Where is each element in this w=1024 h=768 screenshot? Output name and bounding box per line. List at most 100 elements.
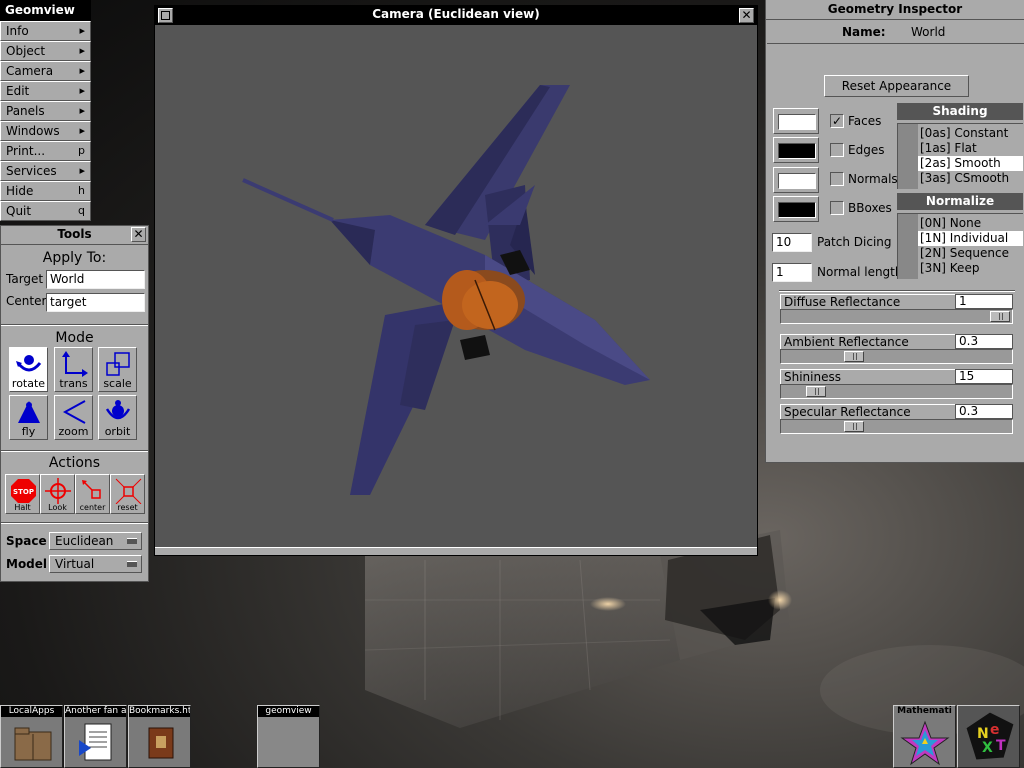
normalize-option-sequence[interactable]: [2N] Sequence [918,246,1023,261]
camera-title: Camera (Euclidean view) [372,7,540,21]
normal-length-field[interactable]: 1 [772,263,812,282]
model-value: Virtual [55,557,95,571]
specular-reflectance-field[interactable]: 0.3 [955,404,1013,419]
slider-knob[interactable] [844,351,864,362]
menu-item-quit[interactable]: Quit q [0,201,91,221]
translate-icon [62,351,88,377]
fly-tool-button[interactable]: fly [9,395,48,440]
target-field[interactable]: World [46,270,145,289]
zoom-tool-button[interactable]: zoom [54,395,93,440]
menu-item-info[interactable]: Info ▸ [0,21,91,41]
scale-icon [106,352,130,376]
list-scroller[interactable] [898,124,918,189]
diffuse-reflectance-field[interactable]: 1 [955,294,1013,309]
bookmarks-tile[interactable]: Bookmarks.ht [128,705,191,768]
tools-titlebar[interactable]: Tools ✕ [1,226,148,245]
reset-appearance-button[interactable]: Reset Appearance [824,75,969,97]
space-value: Euclidean [55,534,114,548]
specular-reflectance-label: Specular Reflectance [780,404,956,419]
close-icon[interactable]: ✕ [131,227,146,242]
submenu-arrow-icon: ▸ [79,24,85,37]
target-label: Target [6,272,44,286]
normal-color-swatch[interactable] [773,167,819,193]
rotate-tool-button[interactable]: rotate [9,347,48,392]
slider-knob[interactable] [844,421,864,432]
tool-label: orbit [104,425,131,438]
patch-dicing-field[interactable]: 10 [772,233,812,252]
menu-item-object[interactable]: Object ▸ [0,41,91,61]
menu-item-edit[interactable]: Edit ▸ [0,81,91,101]
bbox-color-swatch[interactable] [773,196,819,222]
reset-button[interactable]: reset [110,474,145,514]
svg-text:e: e [990,722,1000,738]
submenu-arrow-icon: ▸ [79,64,85,77]
shininess-slider[interactable] [780,384,1013,399]
window-resize-bar[interactable] [155,547,757,555]
inspector-titlebar[interactable]: Geometry Inspector [766,0,1024,20]
mode-heading: Mode [55,330,94,346]
action-label: Halt [14,503,31,512]
shading-header: Shading [897,103,1023,120]
menu-item-services[interactable]: Services ▸ [0,161,91,181]
shading-option-csmooth[interactable]: [3as] CSmooth [918,171,1023,186]
space-popup[interactable]: Euclidean [49,532,142,550]
model-popup[interactable]: Virtual [49,555,142,573]
divider [779,290,1015,292]
diffuse-reflectance-slider[interactable] [780,309,1013,324]
camera-titlebar[interactable]: Camera (Euclidean view) ✕ [155,6,757,25]
shading-option-flat[interactable]: [1as] Flat [918,141,1023,156]
face-color-swatch[interactable] [773,108,819,134]
center-field[interactable]: target [46,293,145,312]
menu-item-panels[interactable]: Panels ▸ [0,101,91,121]
shading-option-smooth[interactable]: [2as] Smooth [918,156,1023,171]
ambient-reflectance-field[interactable]: 0.3 [955,334,1013,349]
menu-item-label: Info [6,24,29,38]
normalize-option-keep[interactable]: [3N] Keep [918,261,1023,276]
shading-option-constant[interactable]: [0as] Constant [918,126,1023,141]
camera-viewport[interactable] [155,25,757,546]
center-button[interactable]: center [75,474,110,514]
shininess-label: Shininess [780,369,956,384]
orbit-tool-button[interactable]: orbit [98,395,137,440]
name-value: World [911,25,946,39]
shininess-field[interactable]: 15 [955,369,1013,384]
translate-tool-button[interactable]: trans [54,347,93,392]
mathematica-tile[interactable]: Mathemati [893,705,956,768]
model-label: Model [6,557,48,571]
camera-window: Camera (Euclidean view) ✕ [154,5,758,556]
localapps-tile[interactable]: LocalApps [0,705,63,768]
slider-knob[interactable] [806,386,826,397]
list-scroller[interactable] [898,214,918,279]
swatch-well [778,173,816,189]
next-tile[interactable]: NeXT [957,705,1020,768]
edge-color-swatch[interactable] [773,137,819,163]
close-icon[interactable]: ✕ [739,8,754,23]
tool-label: trans [59,377,88,390]
shortcut-key: h [78,184,85,197]
menu-item-hide[interactable]: Hide h [0,181,91,201]
specular-reflectance-slider[interactable] [780,419,1013,434]
scale-tool-button[interactable]: scale [98,347,137,392]
submenu-arrow-icon: ▸ [79,124,85,137]
geomview-menu: Geomview Info ▸ Object ▸ Camera ▸ Edit ▸ Pan… [0,0,91,221]
apply-to-heading: Apply To: [42,250,107,266]
normalize-option-none[interactable]: [0N] None [918,216,1023,231]
menu-item-camera[interactable]: Camera ▸ [0,61,91,81]
ambient-reflectance-label: Ambient Reflectance [780,334,956,349]
divider [1,522,148,524]
halt-button[interactable]: STOP Halt [5,474,40,514]
ambient-reflectance-slider[interactable] [780,349,1013,364]
next-cube-icon: NeX T [965,711,1015,761]
miniaturize-icon[interactable] [158,8,173,23]
stop-sign-text: STOP [13,488,34,496]
normalize-option-individual[interactable]: [1N] Individual [918,231,1023,246]
geomview-miniwindow[interactable]: geomview [257,705,320,768]
look-button[interactable]: Look [40,474,75,514]
another-fan-tile[interactable]: Another fan a [64,705,127,768]
menu-item-print[interactable]: Print... p [0,141,91,161]
submenu-arrow-icon: ▸ [79,84,85,97]
menu-item-windows[interactable]: Windows ▸ [0,121,91,141]
normalize-header: Normalize [897,193,1023,210]
slider-knob[interactable] [990,311,1010,322]
action-label: center [79,503,106,512]
